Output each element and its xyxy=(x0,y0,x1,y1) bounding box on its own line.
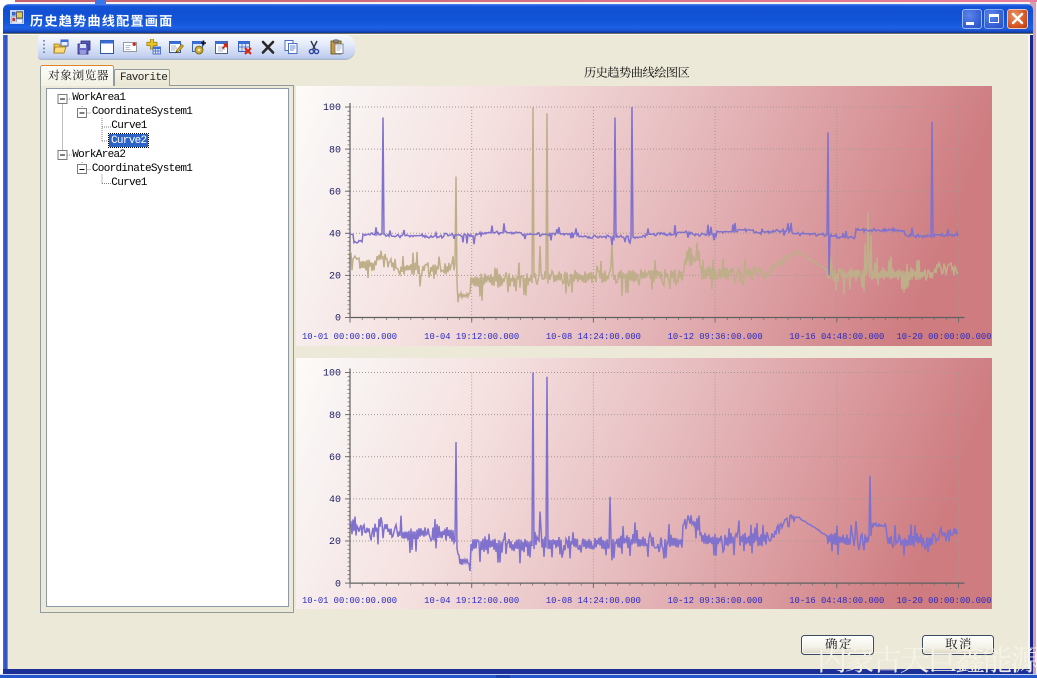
svg-text:10-01 00:00:00.000: 10-01 00:00:00.000 xyxy=(302,596,397,606)
svg-text:10-12 09:36:00.000: 10-12 09:36:00.000 xyxy=(668,332,763,342)
svg-text:10-20 00:00:00.000: 10-20 00:00:00.000 xyxy=(896,332,991,342)
svg-text:80: 80 xyxy=(329,145,341,156)
svg-text:20: 20 xyxy=(329,537,341,548)
svg-text:0: 0 xyxy=(335,314,341,325)
svg-text:40: 40 xyxy=(329,230,341,241)
svg-text:10-16 04:48:00.000: 10-16 04:48:00.000 xyxy=(789,596,884,606)
svg-text:60: 60 xyxy=(329,187,341,198)
svg-text:10-20 00:00:00.000: 10-20 00:00:00.000 xyxy=(896,596,991,606)
svg-text:10-08 14:24:00.000: 10-08 14:24:00.000 xyxy=(546,332,641,342)
svg-text:100: 100 xyxy=(323,368,341,379)
svg-text:20: 20 xyxy=(329,272,341,283)
svg-text:10-16 04:48:00.000: 10-16 04:48:00.000 xyxy=(789,332,884,342)
svg-text:0: 0 xyxy=(335,579,341,590)
svg-text:10-08 14:24:00.000: 10-08 14:24:00.000 xyxy=(546,596,641,606)
svg-text:10-04 19:12:00.000: 10-04 19:12:00.000 xyxy=(424,596,519,606)
svg-text:10-01 00:00:00.000: 10-01 00:00:00.000 xyxy=(302,332,397,342)
svg-text:10-04 19:12:00.000: 10-04 19:12:00.000 xyxy=(424,332,519,342)
svg-text:100: 100 xyxy=(323,103,341,114)
svg-text:80: 80 xyxy=(329,410,341,421)
svg-text:10-12 09:36:00.000: 10-12 09:36:00.000 xyxy=(668,596,763,606)
svg-text:40: 40 xyxy=(329,495,341,506)
svg-text:60: 60 xyxy=(329,452,341,463)
